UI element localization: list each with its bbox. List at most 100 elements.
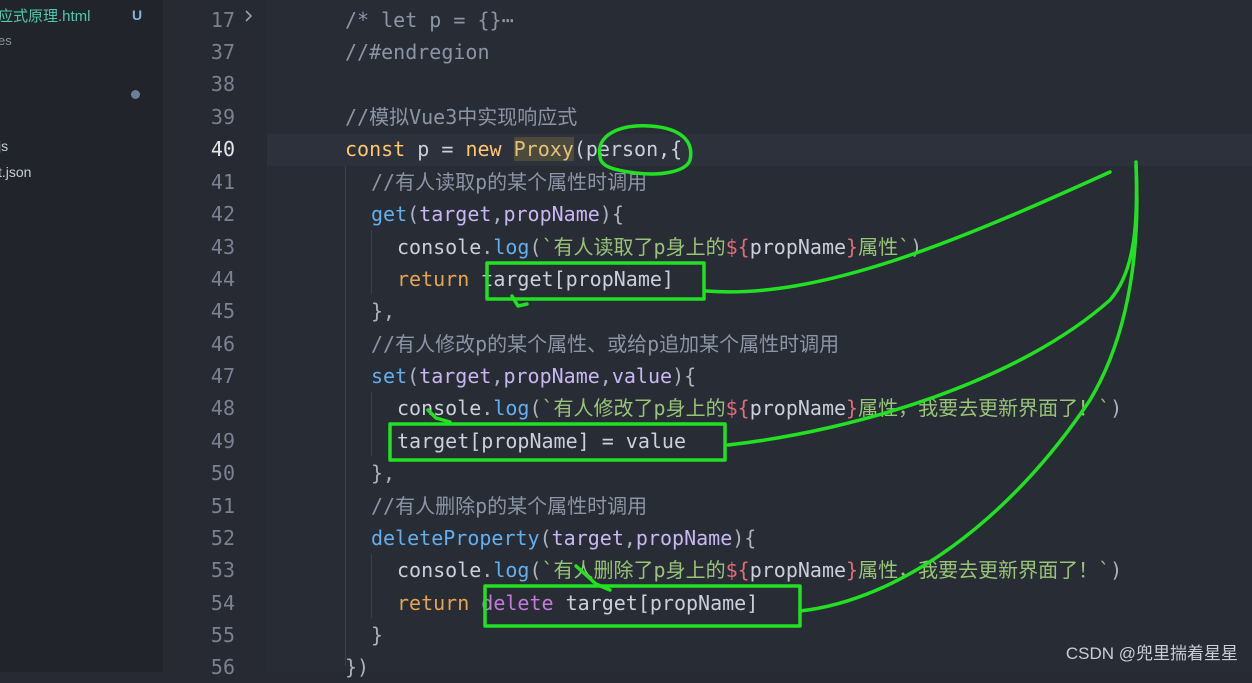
- explorer-item-label: es: [0, 33, 12, 48]
- template-interp: ${: [725, 235, 750, 259]
- keyword-return: return: [397, 591, 470, 615]
- watermark: CSDN @兜里揣着星星: [1065, 644, 1238, 663]
- method-get: get: [371, 202, 408, 226]
- line-number: 55: [210, 623, 235, 647]
- template-string: 属性`: [858, 235, 911, 259]
- code-token: ){: [732, 526, 757, 550]
- template-string: `有人读取了p身上的: [541, 235, 726, 259]
- line-number: 54: [210, 591, 235, 615]
- line-number: 38: [210, 72, 235, 96]
- code-token: .: [481, 235, 494, 259]
- keyword-const: const: [345, 137, 406, 161]
- explorer-item-json-file[interactable]: t.json: [0, 164, 31, 180]
- code-token: target[propName]: [553, 591, 759, 615]
- param-target: target: [419, 364, 492, 388]
- code-token: propName: [749, 558, 847, 582]
- param-propname: propName: [503, 364, 600, 388]
- code-line-49: target[propName] = value: [397, 429, 686, 453]
- code-line-47: set(target,propName,value){: [371, 360, 696, 392]
- explorer-item-label: t.json: [0, 164, 32, 180]
- code-line-43: console.log(`有人读取了p身上的${propName}属性`): [397, 231, 922, 263]
- line-number: 46: [210, 332, 235, 356]
- line-number: 42: [210, 202, 235, 226]
- template-interp: }: [846, 558, 859, 582]
- code-token: ): [1110, 558, 1123, 582]
- untracked-badge: U: [132, 7, 143, 23]
- code-token: ,: [491, 364, 504, 388]
- code-token: ,: [599, 364, 612, 388]
- line-number: 49: [210, 429, 235, 453]
- code-line-46: //有人修改p的某个属性、或给p追加某个属性时调用: [371, 332, 840, 356]
- template-interp: }: [846, 396, 859, 420]
- chevron-right-icon[interactable]: [244, 8, 254, 28]
- line-number: 52: [210, 526, 235, 550]
- line-number-active: 40: [210, 137, 235, 161]
- param-target: target: [419, 202, 492, 226]
- code-token: (: [529, 396, 542, 420]
- code-line-55: }: [371, 623, 384, 647]
- template-string: 属性，我要去更新界面了！`: [858, 558, 1111, 582]
- code-token: propName: [749, 235, 847, 259]
- code-token: .: [481, 396, 494, 420]
- code-token: (: [573, 137, 586, 161]
- code-line-52: deleteProperty(target,propName){: [371, 522, 756, 554]
- line-number: 41: [210, 170, 235, 194]
- log-method: log: [493, 396, 530, 420]
- line-number: 17: [210, 8, 235, 32]
- line-number: 51: [210, 494, 235, 518]
- code-token: ): [910, 235, 923, 259]
- indent-guide: [371, 230, 372, 294]
- code-line-53: console.log(`有人删除了p身上的${propName}属性，我要去更…: [397, 554, 1122, 586]
- code-token: (: [407, 202, 420, 226]
- code-token: ){: [672, 364, 697, 388]
- code-line-44: return target[propName]: [397, 263, 674, 295]
- line-number: 50: [210, 461, 235, 485]
- line-number: 45: [210, 299, 235, 323]
- code-line-40: const p = new Proxy(person,{: [345, 133, 682, 165]
- explorer-item-folder[interactable]: es: [0, 33, 12, 48]
- keyword-return: return: [397, 267, 470, 291]
- line-number: 37: [210, 40, 235, 64]
- code-token: ,{: [658, 137, 683, 161]
- code-line-39: //模拟Vue3中实现响应式: [345, 105, 578, 129]
- line-number: 43: [210, 235, 235, 259]
- code-token: (: [529, 558, 542, 582]
- code-line-50: },: [371, 461, 396, 485]
- explorer-item-label: js: [0, 138, 9, 154]
- person-identifier: person: [585, 137, 659, 161]
- code-token: ,: [623, 526, 636, 550]
- param-target: target: [551, 526, 624, 550]
- template-interp: ${: [725, 558, 750, 582]
- template-string: `有人删除了p身上的: [541, 558, 726, 582]
- template-interp: ${: [725, 396, 750, 420]
- log-method: log: [493, 558, 530, 582]
- code-line-56: }): [345, 655, 370, 679]
- template-interp: }: [846, 235, 859, 259]
- code-line-42: get(target,propName){: [371, 198, 624, 230]
- code-token: p =: [405, 137, 466, 161]
- log-method: log: [493, 235, 530, 259]
- line-number-gutter: 17 37 38 39 40 41 42 43 44 45 46 47 48 4…: [163, 0, 267, 679]
- console-identifier: console: [397, 235, 482, 259]
- code-token: target[propName]: [469, 267, 674, 291]
- indent-guide: [345, 166, 346, 666]
- code-line-45: },: [371, 299, 396, 323]
- line-number: 56: [210, 655, 235, 679]
- code-editor[interactable]: /* let p = {}⋯ //#endregion //模拟Vue3中实现响…: [267, 0, 1252, 679]
- explorer-item-label: 应式原理.html: [0, 8, 91, 25]
- code-token: ,: [491, 202, 504, 226]
- code-line-17: /* let p = {}⋯: [345, 8, 514, 32]
- console-identifier: console: [397, 558, 482, 582]
- explorer-item-js-file[interactable]: js: [0, 138, 8, 154]
- template-string: `有人修改了p身上的: [541, 396, 726, 420]
- explorer-sidebar: 应式原理.html U es js t.json: [0, 0, 163, 672]
- code-line-54: return delete target[propName]: [397, 587, 758, 619]
- param-value: value: [611, 364, 673, 388]
- method-deleteproperty: deleteProperty: [371, 526, 540, 550]
- modified-dot-icon: [131, 90, 140, 99]
- explorer-item-html-file[interactable]: 应式原理.html: [0, 5, 91, 26]
- code-token: ): [1110, 396, 1123, 420]
- line-number: 44: [210, 267, 235, 291]
- param-propname: propName: [503, 202, 600, 226]
